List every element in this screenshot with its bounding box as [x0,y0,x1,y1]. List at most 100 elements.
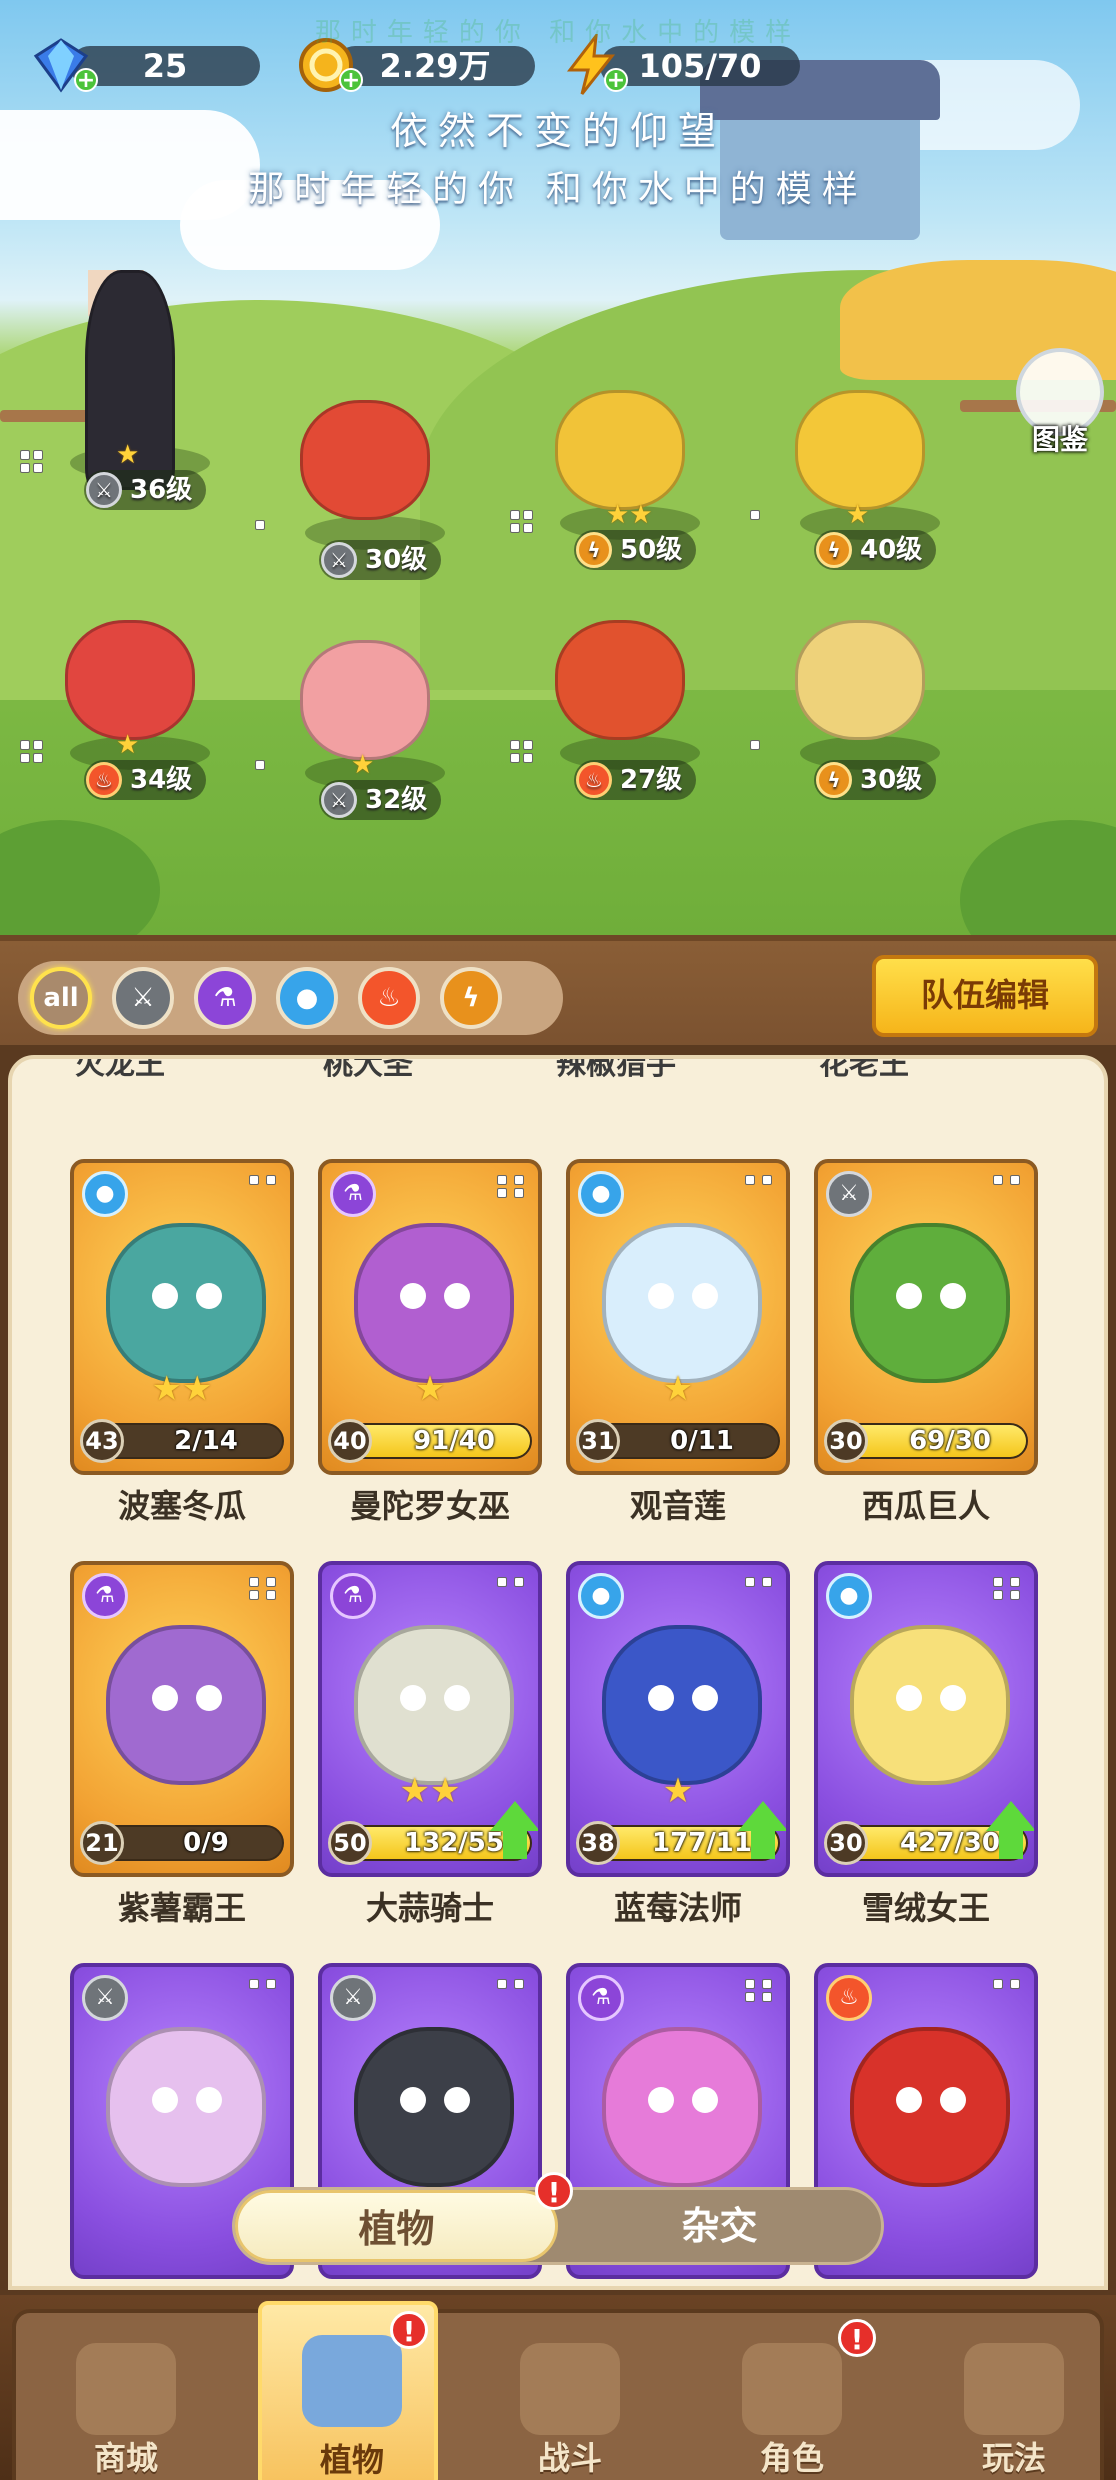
sword-element-icon: ⚔ [82,1975,128,2021]
gameplay-icon [964,2343,1064,2435]
nav-plants[interactable]: 植物! [258,2301,438,2480]
plant-card[interactable]: ⚗ 0/9 21 [70,1561,294,1877]
codex-button[interactable]: 图鉴 [1016,348,1104,458]
formation-dots-icon [750,510,760,520]
dot [745,1979,755,1989]
sword-element-icon: ⚔ [321,542,357,578]
hero-level-text: 27级 [620,765,683,795]
dot [745,1175,755,1185]
water-element-icon: ● [826,1573,872,1619]
formation-dots-icon [993,1979,1024,1989]
peach-hero-icon [300,640,430,760]
progress-text: 0/9 [183,1828,229,1858]
tab-hybrid[interactable]: 杂交 [558,2190,881,2262]
plant-card[interactable]: ● ★ 177/11 38 [566,1561,790,1877]
plant-stars: ★ [414,1369,446,1409]
formation-dots-icon [255,760,265,770]
walnut-hero-hero[interactable]: ϟ 30级 [750,580,960,800]
fire-glyph: ♨ [95,768,113,792]
golden-king-icon [795,390,925,510]
filter-all[interactable]: all [30,967,92,1029]
hero-stars: ★ [351,750,375,780]
progress-text: 91/40 [413,1426,495,1456]
upgrade-arrow-icon[interactable] [986,1801,1034,1861]
plant-eye [444,1283,470,1309]
poison-element-icon: ⚗ [330,1573,376,1619]
golden-king-hero[interactable]: ★ ϟ 40级 [750,350,960,570]
plant-portrait [354,1223,514,1383]
formation-dots-icon [249,1979,280,1989]
plant-eye [444,2087,470,2113]
tomato-hero-hero[interactable]: ⚔ 30级 [255,360,465,580]
dot [266,1577,276,1587]
plant-card[interactable]: ● ★★ 2/14 43 [70,1159,294,1475]
hero-level-text: 50级 [620,535,683,565]
chili-girl-hero[interactable]: ♨ 27级 [510,580,720,800]
plant-name: 紫薯霸王 [117,1889,246,1927]
filter-poison[interactable]: ⚗ [194,967,256,1029]
plant-eye [152,1685,178,1711]
plants-alert-badge: ! [535,2172,573,2210]
add-coins-icon[interactable]: + [339,68,363,92]
peach-hero-hero[interactable]: ★ ⚔ 32级 [255,600,465,820]
hero-level-text: 32级 [365,785,428,815]
dot [523,753,533,763]
sword-glyph: ⚔ [95,478,113,502]
plant-card[interactable]: ⚗ ★★ 132/55 50 [318,1561,542,1877]
nav-shop[interactable]: 商城 [36,2313,216,2480]
fire-element-icon: ♨ [86,762,122,798]
nav-gameplay[interactable]: 玩法 [924,2313,1104,2480]
card-grid[interactable]: 火龙王 桃大圣 辣椒猎手 花老王 ● ★★ 2/14 43 波塞冬瓜 ⚗ ★ 91/40 40 曼陀罗女巫… [8,1055,1108,2290]
bolt-element-icon: ϟ [816,532,852,568]
hero-level-badge: ϟ 30级 [814,760,937,800]
bush [960,820,1116,935]
nav-character[interactable]: 角色! [702,2313,882,2480]
bolt-glyph: ϟ [827,538,841,562]
plant-eye [648,1685,674,1711]
dot [762,1979,772,1989]
tab-plants[interactable]: 植物 [235,2190,558,2262]
plant-eye [648,1283,674,1309]
sword-element-icon: ⚔ [826,1171,872,1217]
formation-dots-icon [745,1175,776,1185]
formation-dots-icon [255,520,265,530]
add-gems-icon[interactable]: + [74,68,98,92]
filter-bolt[interactable]: ϟ [440,967,502,1029]
iron-hero-hero[interactable]: ★★ ϟ 50级 [510,350,720,570]
plant-card[interactable]: ● 427/30 30 [814,1561,1038,1877]
plant-portrait [106,1223,266,1383]
plant-card[interactable]: ⚗ ★ 91/40 40 [318,1159,542,1475]
plant-portrait [602,1625,762,1785]
hero-stars: ★★ [606,500,653,530]
filter-sword[interactable]: ⚔ [112,967,174,1029]
bolt-element-icon: ϟ [816,762,852,798]
plant-portrait [602,2027,762,2187]
plant-card[interactable]: ● ★ 0/11 31 [566,1159,790,1475]
add-energy-icon[interactable]: + [604,68,628,92]
upgrade-arrow-icon[interactable] [738,1801,786,1861]
poison-element-icon: ⚗ [330,1171,376,1217]
plant-eye [896,1283,922,1309]
team-edit-button[interactable]: 队伍编辑 [872,955,1098,1037]
partial-card-name: 火龙王 [75,1055,165,1082]
plant-level: 43 [80,1419,124,1463]
filter-water[interactable]: ● [276,967,338,1029]
nav-battle[interactable]: 战斗 [480,2313,660,2480]
poison-glyph: ⚗ [343,1181,363,1206]
dot [1010,1577,1020,1587]
bat-hero-hero[interactable]: ★ ⚔ 36级 [20,270,230,510]
dot [249,1979,259,1989]
fire-element-icon: ♨ [576,762,612,798]
dot [745,1992,755,2002]
plant-card[interactable]: ⚔ 69/30 30 [814,1159,1038,1475]
upgrade-arrow-icon[interactable] [490,1801,538,1861]
dot [750,510,760,520]
plant-portrait [850,2027,1010,2187]
filter-fire[interactable]: ♨ [358,967,420,1029]
formation-dots-icon [510,510,533,533]
dot [510,740,520,750]
nav-label: 战斗 [537,2439,602,2477]
sword-element-icon: ⚔ [86,472,122,508]
plant-eye [400,1685,426,1711]
dragon-king-hero[interactable]: ★ ♨ 34级 [20,580,230,800]
